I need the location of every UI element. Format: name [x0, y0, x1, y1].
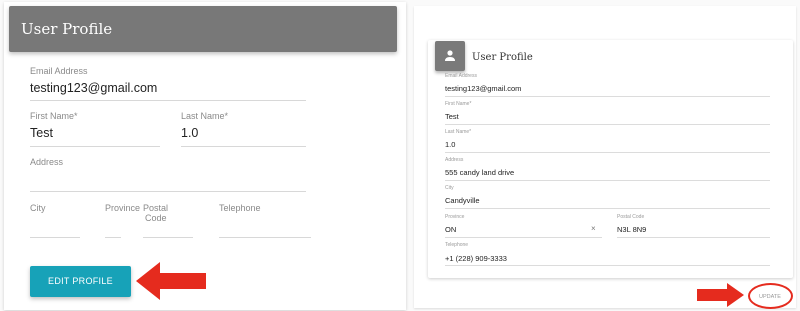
edit-card-title: User Profile — [472, 52, 533, 63]
first-name-label: First Name* — [30, 111, 78, 121]
city-label: City — [30, 203, 46, 213]
edit-first-name-field[interactable]: Test — [445, 112, 459, 121]
edit-postal-field[interactable]: N3L 8N9 — [617, 225, 646, 234]
telephone-underline — [219, 237, 311, 238]
edit-first-name-label: First Name* — [445, 101, 472, 107]
postal-underline — [143, 237, 193, 238]
email-value: testing123@gmail.com — [30, 81, 158, 95]
highlight-circle — [748, 283, 793, 309]
first-name-value: Test — [30, 126, 53, 140]
edit-telephone-field[interactable]: +1 (228) 909-3333 — [445, 254, 507, 263]
left-arrow-icon — [136, 262, 206, 300]
edit-address-field[interactable]: 555 candy land drive — [445, 168, 514, 177]
edit-city-underline — [445, 208, 770, 209]
last-name-label: Last Name* — [181, 111, 229, 121]
email-underline — [30, 100, 306, 101]
edit-last-name-field[interactable]: 1.0 — [445, 140, 455, 149]
person-icon — [445, 50, 455, 61]
edit-last-name-underline — [445, 152, 770, 153]
edit-telephone-label: Telephone — [445, 242, 469, 248]
postal-label-line2: Code — [145, 213, 167, 223]
telephone-label: Telephone — [219, 203, 261, 213]
page-title: User Profile — [21, 20, 113, 38]
city-underline — [30, 237, 80, 238]
profile-edit-card — [428, 40, 793, 278]
address-label: Address — [30, 157, 64, 167]
edit-telephone-underline — [445, 265, 770, 266]
right-arrow-icon — [697, 283, 744, 307]
profile-view-header: User Profile — [9, 6, 397, 52]
edit-first-name-underline — [445, 124, 770, 125]
edit-postal-underline — [617, 237, 770, 238]
edit-postal-label: Postal Code — [617, 214, 645, 220]
email-label: Email Address — [30, 66, 88, 76]
last-name-underline — [181, 146, 306, 147]
edit-address-label: Address — [445, 157, 464, 163]
edit-address-underline — [445, 180, 770, 181]
edit-profile-button[interactable]: EDIT PROFILE — [30, 266, 131, 297]
edit-last-name-label: Last Name* — [445, 129, 472, 135]
edit-email-label: Email Address — [445, 73, 477, 79]
first-name-underline — [30, 146, 160, 147]
edit-email-underline — [445, 96, 770, 97]
screenshot-stage: User Profile Email Address testing123@gm… — [0, 0, 800, 311]
last-name-value: 1.0 — [181, 126, 199, 140]
province-underline — [105, 237, 121, 238]
edit-city-label: City — [445, 185, 454, 191]
avatar — [435, 41, 465, 71]
edit-email-field[interactable]: testing123@gmail.com — [445, 84, 521, 93]
edit-province-underline — [445, 237, 602, 238]
province-label: Province — [105, 203, 141, 213]
clear-province-icon[interactable]: × — [591, 224, 596, 233]
edit-province-field[interactable]: ON — [445, 225, 456, 234]
address-underline — [30, 191, 306, 192]
edit-province-label: Province — [445, 214, 465, 220]
edit-city-field[interactable]: Candyville — [445, 196, 480, 205]
